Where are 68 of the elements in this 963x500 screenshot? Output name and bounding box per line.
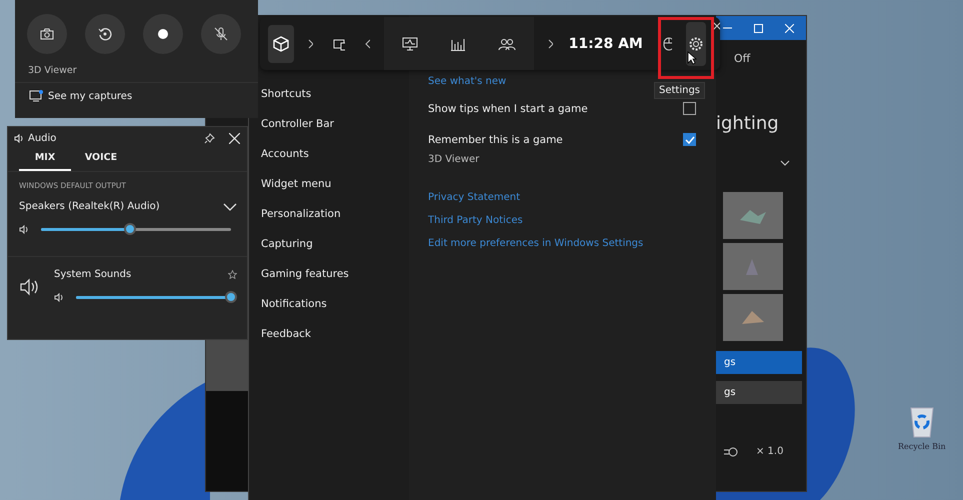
volume-icon xyxy=(19,224,29,234)
settings-link[interactable]: Edit more preferences in Windows Settings xyxy=(428,237,644,251)
performance-icon[interactable] xyxy=(402,36,418,50)
settings-nav-item[interactable]: Personalization xyxy=(261,205,409,223)
volume-icon xyxy=(54,292,64,302)
speaker-icon xyxy=(14,134,24,143)
device-dropdown[interactable]: Speakers (Realtek(R) Audio) xyxy=(19,201,237,212)
widget-icon[interactable] xyxy=(332,36,346,50)
cube-icon[interactable] xyxy=(268,24,294,62)
speaker-icon xyxy=(20,278,40,296)
slider-thumb[interactable] xyxy=(225,291,237,303)
lighting-thumbnail[interactable] xyxy=(723,192,783,239)
view-icon[interactable] xyxy=(724,446,738,456)
tooltip: Settings xyxy=(654,82,706,99)
option-label: Remember this is a game xyxy=(428,134,563,146)
settings-link[interactable]: Third Party Notices xyxy=(428,214,644,228)
settings-nav-item[interactable]: Notifications xyxy=(261,295,409,313)
settings-nav-item[interactable]: Widget menu xyxy=(261,175,409,193)
microphone-muted-icon[interactable] xyxy=(201,14,241,54)
star-icon[interactable] xyxy=(228,270,237,279)
mouse-icon[interactable] xyxy=(662,36,672,50)
toggle-label: Off xyxy=(734,52,750,65)
widget-title: Audio xyxy=(28,133,58,144)
settings-nav-item[interactable]: Accounts xyxy=(261,145,409,163)
settings-nav-item[interactable]: Controller Bar xyxy=(261,115,409,133)
chevron-down-icon xyxy=(223,202,237,210)
option-checkbox[interactable] xyxy=(683,102,696,115)
app-name: System Sounds xyxy=(54,269,132,280)
chevron-right-icon[interactable] xyxy=(308,38,313,48)
people-icon[interactable] xyxy=(498,36,516,50)
see-captures-link[interactable]: See my captures xyxy=(15,82,258,102)
option-detail: 3D Viewer xyxy=(428,154,480,165)
option-checkbox[interactable] xyxy=(683,133,696,146)
pin-icon[interactable] xyxy=(204,133,215,144)
settings-button[interactable]: gs xyxy=(716,351,802,374)
settings-icon[interactable] xyxy=(686,22,706,66)
bar-chart-icon[interactable] xyxy=(450,36,466,50)
highlight-frame xyxy=(658,17,714,79)
chevron-down-icon[interactable] xyxy=(780,160,790,166)
settings-nav-item[interactable]: Feedback xyxy=(261,325,409,343)
recycle-bin-label: Recycle Bin xyxy=(898,442,946,451)
zoom-label: × 1.0 xyxy=(756,446,784,457)
lighting-thumbnail[interactable] xyxy=(723,294,783,341)
audio-tab[interactable]: VOICE xyxy=(75,152,127,171)
chevron-right-icon[interactable] xyxy=(548,38,553,48)
replay-icon[interactable] xyxy=(85,14,125,54)
settings-link[interactable]: Privacy Statement xyxy=(428,191,644,205)
cursor-icon xyxy=(687,51,697,65)
minimize-icon[interactable] xyxy=(723,27,732,29)
maximize-icon[interactable] xyxy=(754,24,763,32)
settings-button[interactable]: gs xyxy=(716,381,802,404)
captures-icon xyxy=(29,90,43,102)
record-icon[interactable] xyxy=(143,14,183,54)
settings-nav-item[interactable]: Gaming features xyxy=(261,265,409,283)
lighting-thumbnail[interactable] xyxy=(723,243,783,290)
close-icon[interactable] xyxy=(712,21,720,31)
settings-nav-item[interactable]: Shortcuts xyxy=(261,85,409,103)
slider-thumb[interactable] xyxy=(124,223,136,235)
audio-tab[interactable]: MIX xyxy=(19,152,71,171)
settings-nav-item[interactable]: Capturing xyxy=(261,235,409,253)
close-icon[interactable] xyxy=(229,133,240,144)
camera-icon[interactable] xyxy=(27,14,67,54)
clock-time: 11:28 AM xyxy=(568,36,643,52)
chevron-left-icon[interactable] xyxy=(365,38,370,48)
option-label: Show tips when I start a game xyxy=(428,102,588,114)
whats-new-link[interactable]: See what's new xyxy=(428,75,506,89)
app-name: 3D Viewer xyxy=(28,65,78,76)
section-heading: ighting xyxy=(716,113,779,134)
